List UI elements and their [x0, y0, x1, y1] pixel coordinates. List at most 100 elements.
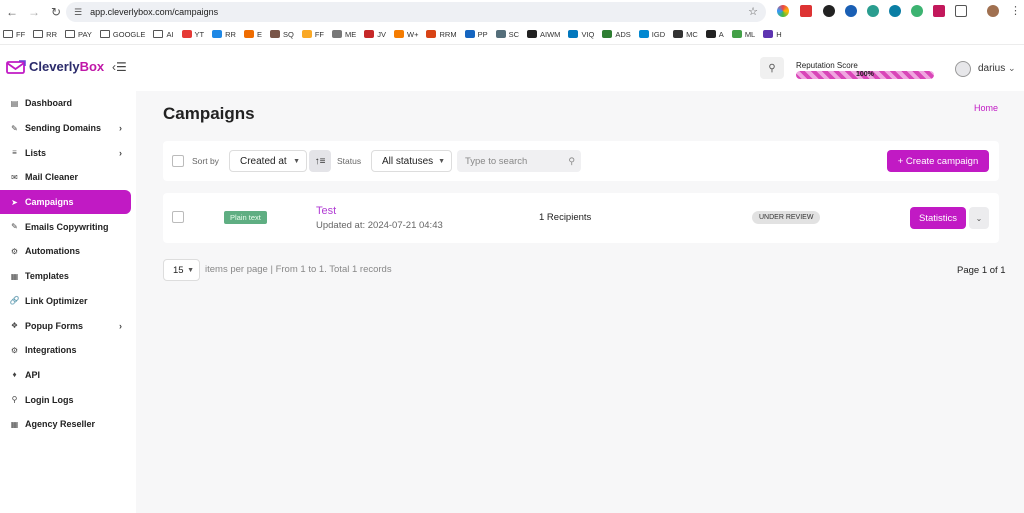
caret-down-icon: ▼: [438, 157, 445, 165]
sidebar-item-campaigns[interactable]: ➤ Campaigns: [0, 189, 131, 215]
row-actions-dropdown[interactable]: ⌄: [969, 207, 989, 229]
brand-name-accent: Box: [79, 59, 105, 74]
bookmark-item[interactable]: H: [763, 29, 782, 39]
extension-icon[interactable]: [777, 5, 789, 17]
sidebar-item-emails-copywriting[interactable]: ✎ Emails Copywriting: [0, 214, 136, 239]
bookmark-item[interactable]: AI: [153, 30, 174, 39]
extension-icon[interactable]: [911, 5, 923, 17]
search-input[interactable]: Type to search ⚲: [457, 150, 581, 172]
search-icon[interactable]: ⚲: [760, 57, 784, 79]
popup-icon: ❖: [10, 321, 19, 331]
sort-direction-button[interactable]: ↑≡: [309, 150, 331, 172]
sidebar-item-templates[interactable]: ▦ Templates: [0, 264, 136, 289]
bookmark-item[interactable]: ML: [731, 30, 755, 39]
extension-icon[interactable]: [933, 5, 945, 17]
arrow-right-icon[interactable]: →: [24, 2, 44, 22]
table-row[interactable]: Plain text Test Updated at: 2024-07-21 0…: [163, 193, 999, 243]
sidebar-item-link-optimizer[interactable]: 🔗 Link Optimizer: [0, 289, 136, 314]
address-bar[interactable]: ☰ app.cleverlybox.com/campaigns ☆: [66, 2, 766, 22]
sidebar-menu: ▤ Dashboard ✎ Sending Domains › ≡ Lists › ✉ Mail …: [0, 91, 136, 437]
row-checkbox[interactable]: [172, 211, 184, 223]
browser-toolbar: ← → ↻ ☰ app.cleverlybox.com/campaigns ☆ …: [0, 0, 1024, 24]
collapse-sidebar-icon[interactable]: ‹☰: [112, 60, 127, 74]
bookmark-label: VIQ: [581, 29, 595, 39]
sidebar-item-label: Agency Reseller: [25, 419, 96, 430]
building-icon: ▦: [10, 419, 19, 429]
puzzle-icon[interactable]: [955, 5, 967, 17]
sidebar-item-label: Sending Domains: [25, 123, 102, 134]
bookmark-item[interactable]: SC: [495, 30, 519, 39]
extension-icon[interactable]: [867, 5, 879, 17]
bookmark-item[interactable]: VIQ: [568, 30, 594, 39]
sidebar-item-dashboard[interactable]: ▤ Dashboard: [0, 91, 136, 116]
per-page-select[interactable]: 15 ▼: [163, 259, 200, 281]
sidebar-item-mail-cleaner[interactable]: ✉ Mail Cleaner: [0, 165, 136, 190]
extension-icon[interactable]: [845, 5, 857, 17]
sort-by-select[interactable]: Created at ▼: [229, 150, 307, 172]
bookmark-item[interactable]: RRM: [426, 30, 457, 39]
site-favicon-icon: [602, 30, 613, 38]
pencil-icon: ✎: [11, 222, 18, 232]
sidebar-item-automations[interactable]: ⚙ Automations: [0, 239, 136, 264]
sidebar-item-popup-forms[interactable]: ❖ Popup Forms ›: [0, 313, 136, 338]
search-icon: ⚲: [11, 395, 18, 405]
status-label: Status: [337, 156, 362, 166]
chevron-down-icon[interactable]: ⌄: [1008, 63, 1016, 74]
reload-icon[interactable]: ↻: [46, 2, 66, 22]
bookmark-item[interactable]: E: [243, 30, 262, 39]
bookmark-item[interactable]: PAY: [65, 30, 92, 39]
bookmark-label: H: [776, 29, 782, 39]
username[interactable]: darius: [978, 63, 1005, 74]
sidebar-item-label: Automations: [25, 246, 80, 257]
bookmark-item[interactable]: AIWM: [527, 30, 560, 39]
sidebar-item-integrations[interactable]: ⚙ Integrations: [0, 338, 136, 363]
kebab-menu-icon[interactable]: ⋮: [1010, 4, 1021, 17]
bookmark-item[interactable]: W+: [394, 30, 418, 39]
bookmark-item[interactable]: ADS: [602, 29, 631, 39]
campaign-name-link[interactable]: Test: [316, 205, 336, 217]
extension-icon[interactable]: [823, 5, 835, 17]
breadcrumb-home-link[interactable]: Home: [974, 103, 998, 113]
sidebar-item-login-logs[interactable]: ⚲ Login Logs: [0, 387, 136, 412]
bookmark-item[interactable]: PP: [464, 30, 488, 39]
bookmark-item[interactable]: JV: [364, 30, 386, 39]
bookmark-item[interactable]: RR: [33, 30, 57, 39]
arrow-left-icon[interactable]: ←: [2, 2, 22, 22]
bookmark-item[interactable]: GOOGLE: [99, 30, 145, 39]
create-campaign-button[interactable]: + Create campaign: [887, 150, 989, 172]
sidebar-item-sending-domains[interactable]: ✎ Sending Domains ›: [0, 116, 136, 141]
site-info-icon[interactable]: ☰: [74, 7, 82, 18]
extension-icon[interactable]: [889, 5, 901, 17]
list-icon: ≡: [12, 148, 17, 158]
bookmark-item[interactable]: ME: [332, 30, 356, 39]
status-select[interactable]: All statuses ▼: [371, 150, 452, 172]
brand-logo[interactable]: Cleverly Box: [6, 59, 104, 74]
bookmark-item[interactable]: FF: [301, 30, 324, 39]
bookmark-item[interactable]: A: [705, 30, 724, 39]
bookmark-label: ADS: [615, 29, 631, 39]
sort-by-label: Sort by: [192, 156, 219, 166]
sidebar-item-api[interactable]: ♦ API: [0, 363, 136, 388]
records-summary: | From 1 to 1. Total 1 records: [270, 264, 392, 275]
bookmark-item[interactable]: IGD: [638, 30, 665, 39]
bookmark-item[interactable]: FF: [3, 30, 25, 39]
profile-avatar-icon[interactable]: [987, 5, 999, 17]
site-favicon-icon: [763, 30, 774, 38]
bookmark-star-icon[interactable]: ☆: [748, 5, 758, 18]
select-all-checkbox[interactable]: [172, 155, 184, 167]
folder-icon: [3, 30, 13, 38]
sidebar-item-agency-reseller[interactable]: ▦ Agency Reseller: [0, 412, 136, 437]
statistics-button[interactable]: Statistics: [910, 207, 966, 229]
per-page-value: 15: [173, 264, 184, 276]
sidebar-item-label: Popup Forms: [25, 320, 83, 331]
sidebar-item-label: API: [25, 369, 41, 380]
avatar[interactable]: [955, 61, 971, 77]
sidebar-item-lists[interactable]: ≡ Lists ›: [0, 140, 136, 165]
bookmark-label: FF: [16, 29, 26, 39]
extension-icon[interactable]: [800, 5, 812, 17]
bookmark-item[interactable]: SQ: [269, 30, 294, 39]
site-favicon-icon: [464, 30, 475, 38]
bookmark-item[interactable]: MC: [673, 30, 698, 39]
bookmark-item[interactable]: RR: [212, 30, 236, 39]
bookmark-item[interactable]: YT: [181, 30, 204, 39]
